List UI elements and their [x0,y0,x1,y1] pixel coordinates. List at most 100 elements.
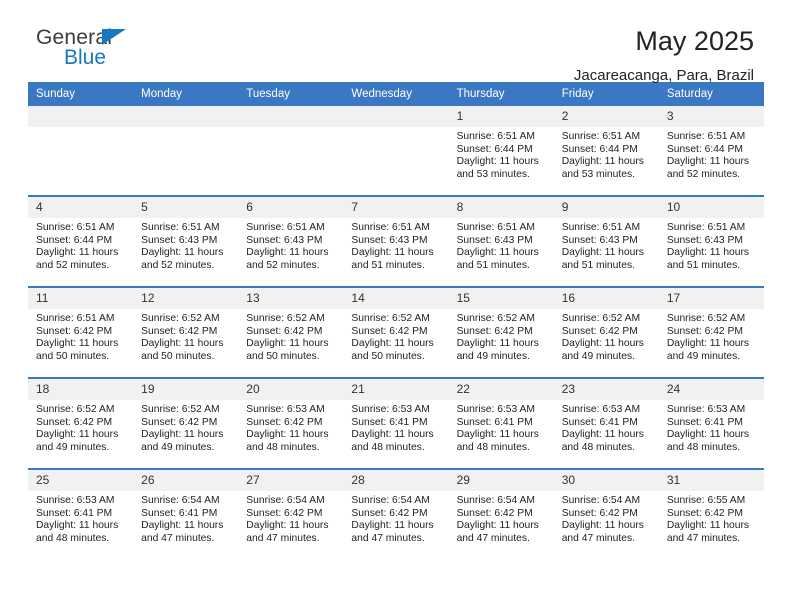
calendar-week-row: 11 Sunrise: 6:51 AM Sunset: 6:42 PM Dayligh… [28,286,764,378]
calendar-day-cell[interactable]: 24 Sunrise: 6:53 AM Sunset: 6:41 PM Dayligh… [658,377,764,469]
daylight-text: Daylight: 11 hours and 48 minutes. [666,429,750,453]
calendar-day-cell[interactable]: 31 Sunrise: 6:55 AM Sunset: 6:42 PM Dayligh… [658,468,764,559]
day-number: 13 [238,288,344,309]
sunrise-text: Sunrise: 6:51 AM [351,222,430,233]
calendar-day-cell[interactable]: 17 Sunrise: 6:52 AM Sunset: 6:42 PM Dayligh… [658,286,764,378]
day-details: Sunrise: 6:53 AM Sunset: 6:41 PM Daylight:… [449,400,554,454]
sunrise-text: Sunrise: 6:54 AM [561,495,641,506]
calendar-day-cell[interactable]: 21 Sunrise: 6:53 AM Sunset: 6:41 PM Dayligh… [343,377,449,469]
calendar-day-cell[interactable]: 15 Sunrise: 6:52 AM Sunset: 6:42 PM Dayligh… [448,286,554,378]
calendar-day-cell[interactable]: 16 Sunrise: 6:52 AM Sunset: 6:42 PM Dayligh… [553,286,659,378]
calendar-day-cell[interactable]: 18 Sunrise: 6:52 AM Sunset: 6:42 PM Dayligh… [28,377,134,469]
calendar-day-cell[interactable]: 26 Sunrise: 6:54 AM Sunset: 6:41 PM Dayligh… [133,468,239,559]
day-number: 14 [343,288,449,309]
day-number: 21 [343,379,449,400]
daylight-text: Daylight: 11 hours and 50 minutes. [246,338,329,362]
day-number: 27 [238,470,344,491]
page-title: May 2025 [635,26,754,56]
weekday-header-monday: Monday [133,82,239,106]
sunset-text: Sunset: 6:42 PM [456,325,533,337]
weekday-header-saturday: Saturday [658,82,764,106]
calendar-day-cell[interactable]: 22 Sunrise: 6:53 AM Sunset: 6:41 PM Dayligh… [448,377,554,469]
calendar-page: General Blue May 2025 Jacareacanga, Para… [0,0,792,612]
calendar-header-row: Sunday Monday Tuesday Wednesday Thursday… [28,82,764,106]
day-number: 20 [238,379,344,400]
daylight-text: Daylight: 11 hours and 51 minutes. [561,247,644,271]
calendar-week-row: 1 Sunrise: 6:51 AM Sunset: 6:44 PM Daylight… [28,106,764,196]
sunset-text: Sunset: 6:42 PM [351,507,428,519]
calendar-day-cell[interactable]: 25 Sunrise: 6:53 AM Sunset: 6:41 PM Dayligh… [28,468,134,559]
calendar-day-cell[interactable]: 7 Sunrise: 6:51 AM Sunset: 6:43 PM Daylight… [343,195,449,287]
sunset-text: Sunset: 6:41 PM [36,507,113,519]
calendar-day-cell[interactable]: 14 Sunrise: 6:52 AM Sunset: 6:42 PM Dayligh… [343,286,449,378]
calendar-day-cell[interactable]: 10 Sunrise: 6:51 AM Sunset: 6:43 PM Dayligh… [658,195,764,287]
day-number: 26 [133,470,239,491]
sunrise-text: Sunrise: 6:51 AM [666,131,746,142]
daylight-text: Daylight: 11 hours and 52 minutes. [246,247,329,271]
calendar-day-cell[interactable]: 3 Sunrise: 6:51 AM Sunset: 6:44 PM Daylight… [658,106,764,196]
daylight-text: Daylight: 11 hours and 52 minutes. [36,247,119,271]
brand-name-blue: Blue [64,46,107,69]
calendar-week-row: 4 Sunrise: 6:51 AM Sunset: 6:44 PM Daylight… [28,195,764,287]
calendar-day-cell[interactable]: 30 Sunrise: 6:54 AM Sunset: 6:42 PM Dayligh… [553,468,659,559]
day-details: Sunrise: 6:51 AM Sunset: 6:43 PM Daylight:… [659,218,764,272]
calendar-day-cell[interactable]: 2 Sunrise: 6:51 AM Sunset: 6:44 PM Daylight… [553,106,659,196]
sunset-text: Sunset: 6:42 PM [141,325,218,337]
day-details: Sunrise: 6:52 AM Sunset: 6:42 PM Daylight:… [28,400,133,454]
calendar-day-cell[interactable]: 19 Sunrise: 6:52 AM Sunset: 6:42 PM Dayligh… [133,377,239,469]
daylight-text: Daylight: 11 hours and 48 minutes. [561,429,644,453]
sunrise-text: Sunrise: 6:52 AM [561,313,641,324]
day-details: Sunrise: 6:51 AM Sunset: 6:44 PM Daylight:… [449,127,554,181]
calendar-day-cell[interactable]: 1 Sunrise: 6:51 AM Sunset: 6:44 PM Daylight… [448,106,554,196]
calendar-day-cell[interactable]: 12 Sunrise: 6:52 AM Sunset: 6:42 PM Dayligh… [133,286,239,378]
brand-logo[interactable]: General Blue [28,26,148,78]
day-details: Sunrise: 6:51 AM Sunset: 6:43 PM Daylight:… [449,218,554,272]
calendar-day-cell[interactable]: 11 Sunrise: 6:51 AM Sunset: 6:42 PM Dayligh… [28,286,134,378]
daylight-text: Daylight: 11 hours and 48 minutes. [36,520,119,544]
calendar-day-cell[interactable]: 23 Sunrise: 6:53 AM Sunset: 6:41 PM Dayligh… [553,377,659,469]
day-number: 11 [28,288,134,309]
calendar-week-row: 25 Sunrise: 6:53 AM Sunset: 6:41 PM Dayligh… [28,468,764,559]
day-number: 2 [553,106,659,127]
calendar-day-cell[interactable]: 28 Sunrise: 6:54 AM Sunset: 6:42 PM Dayligh… [343,468,449,559]
calendar-day-cell[interactable]: 4 Sunrise: 6:51 AM Sunset: 6:44 PM Daylight… [28,195,134,287]
daylight-text: Daylight: 11 hours and 52 minutes. [141,247,224,271]
day-number: 1 [448,106,554,127]
sunrise-text: Sunrise: 6:51 AM [561,222,641,233]
calendar-day-cell[interactable]: 5 Sunrise: 6:51 AM Sunset: 6:43 PM Daylight… [133,195,239,287]
sunrise-text: Sunrise: 6:55 AM [666,495,746,506]
day-number: 12 [133,288,239,309]
sunset-text: Sunset: 6:43 PM [141,234,218,246]
calendar-day-cell[interactable]: 13 Sunrise: 6:52 AM Sunset: 6:42 PM Dayligh… [238,286,344,378]
calendar-day-cell[interactable]: 6 Sunrise: 6:51 AM Sunset: 6:43 PM Daylight… [238,195,344,287]
calendar-day-cell[interactable]: 29 Sunrise: 6:54 AM Sunset: 6:42 PM Dayligh… [448,468,554,559]
sunrise-text: Sunrise: 6:53 AM [666,404,746,415]
day-number: 7 [343,197,449,218]
calendar-day-cell[interactable]: 9 Sunrise: 6:51 AM Sunset: 6:43 PM Daylight… [553,195,659,287]
daylight-text: Daylight: 11 hours and 48 minutes. [246,429,329,453]
daylight-text: Daylight: 11 hours and 49 minutes. [456,338,539,362]
sunset-text: Sunset: 6:43 PM [351,234,428,246]
day-number: 15 [448,288,554,309]
calendar-day-cell[interactable]: 8 Sunrise: 6:51 AM Sunset: 6:43 PM Daylight… [448,195,554,287]
weekday-header-friday: Friday [553,82,659,106]
calendar-day-cell[interactable]: 27 Sunrise: 6:54 AM Sunset: 6:42 PM Dayligh… [238,468,344,559]
daylight-text: Daylight: 11 hours and 50 minutes. [351,338,434,362]
daylight-text: Daylight: 11 hours and 52 minutes. [666,156,750,180]
day-number: 17 [658,288,764,309]
daylight-text: Daylight: 11 hours and 53 minutes. [456,156,539,180]
weekday-header-sunday: Sunday [28,82,134,106]
day-number: 4 [28,197,134,218]
daylight-text: Daylight: 11 hours and 47 minutes. [351,520,434,544]
sunrise-text: Sunrise: 6:54 AM [246,495,325,506]
sunrise-text: Sunrise: 6:53 AM [246,404,325,415]
sunrise-text: Sunrise: 6:54 AM [456,495,535,506]
sunrise-text: Sunrise: 6:52 AM [351,313,430,324]
sunset-text: Sunset: 6:42 PM [36,416,113,428]
sunset-text: Sunset: 6:42 PM [141,416,218,428]
calendar-day-cell[interactable]: 20 Sunrise: 6:53 AM Sunset: 6:42 PM Dayligh… [238,377,344,469]
day-number [238,106,344,127]
day-details: Sunrise: 6:51 AM Sunset: 6:43 PM Daylight:… [238,218,343,272]
weekday-header-tuesday: Tuesday [238,82,344,106]
day-details: Sunrise: 6:54 AM Sunset: 6:42 PM Daylight:… [554,491,659,545]
